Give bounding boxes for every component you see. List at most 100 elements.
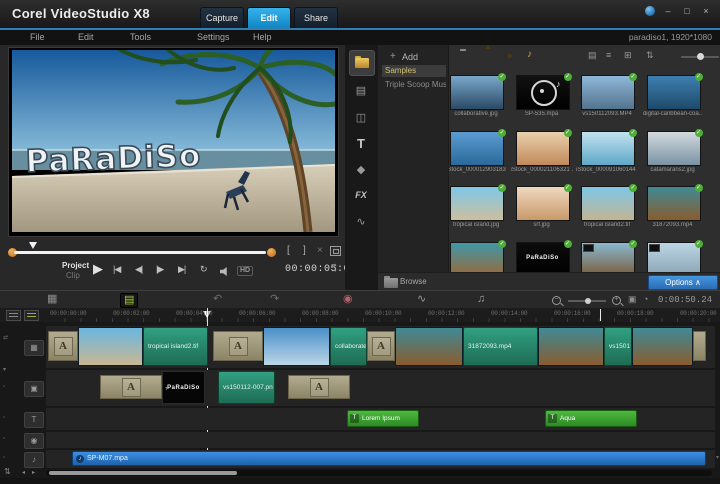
clip[interactable]: 31872093.mp4 — [463, 327, 538, 366]
home-button[interactable]: |◀ — [113, 264, 120, 275]
close-button[interactable]: × — [700, 5, 712, 17]
maximize-button[interactable]: □ — [681, 5, 693, 17]
options-button[interactable]: Options ∧ — [648, 275, 718, 290]
sort-icon[interactable]: ⇅ — [646, 50, 654, 61]
end-button[interactable]: ▶| — [178, 264, 185, 275]
scroll-left-icon[interactable]: ◂ — [22, 469, 25, 476]
voice-track-icon[interactable]: ◉ — [24, 433, 44, 449]
undo-button[interactable]: ↶ — [213, 293, 222, 306]
fit-project-icon[interactable]: ▣ — [628, 293, 637, 306]
track-swap-icon[interactable]: ⇅ — [4, 467, 11, 476]
clip-thumbnail[interactable] — [263, 327, 330, 366]
transition-clip[interactable]: A — [48, 331, 78, 361]
mark-out-button[interactable]: ] — [303, 245, 306, 256]
timeline-zoom-slider[interactable] — [568, 300, 606, 302]
nav-transitions[interactable]: ◫ — [349, 105, 373, 129]
menu-settings[interactable]: Settings — [197, 32, 230, 42]
duration-clock-icon[interactable]: ◔ — [643, 293, 648, 306]
nav-instant-project[interactable]: ▤ — [349, 78, 373, 102]
hd-toggle[interactable]: HD — [237, 266, 253, 276]
zoom-out-icon[interactable]: − — [552, 296, 561, 305]
expand-tracks-icon[interactable]: ▾ — [3, 366, 21, 373]
storyboard-view-button[interactable]: ▦ — [47, 293, 57, 306]
transition-clip[interactable]: A — [213, 331, 263, 361]
clip-thumbnail[interactable] — [632, 327, 693, 366]
add-folder-button[interactable]: Add — [402, 52, 418, 62]
clip-thumbnail[interactable] — [538, 327, 604, 366]
library-item[interactable]: ✓tropical island.jpg — [450, 186, 506, 221]
library-item[interactable]: ✓iStock_000091060144 . — [581, 131, 637, 166]
music-track-icon[interactable]: ♪ — [24, 452, 44, 468]
transition-clip[interactable]: A — [288, 375, 350, 399]
transition-clip[interactable] — [693, 331, 706, 361]
nav-media-library[interactable] — [349, 50, 375, 76]
overlay-track-icon[interactable]: ▣ — [24, 381, 44, 397]
library-item[interactable]: ✓srf.jpg — [516, 186, 572, 221]
auto-music-button[interactable]: ♫ — [477, 293, 485, 306]
library-item[interactable]: PaRaDiSo✓ — [516, 242, 572, 272]
library-item[interactable]: ✓vs150112093.MP4 — [581, 75, 637, 110]
redo-button[interactable]: ↷ — [270, 293, 279, 306]
library-item[interactable]: ♪✓SP-535.mpa — [516, 75, 572, 110]
volume-icon[interactable] — [220, 267, 229, 276]
tab-capture[interactable]: Capture — [200, 7, 244, 28]
vscroll-down-icon[interactable]: ▾ — [716, 454, 719, 461]
project-mode-label[interactable]: Project — [62, 261, 89, 270]
record-capture-option-button[interactable]: ◉ — [343, 293, 353, 306]
nav-graphics[interactable]: ◆ — [349, 157, 373, 181]
transition-clip[interactable]: A — [100, 375, 162, 399]
nav-motion-paths[interactable]: ∿ — [349, 209, 373, 233]
track-manager-icon[interactable] — [24, 310, 39, 321]
timeline-hscrollbar[interactable] — [46, 470, 712, 476]
split-clip-button[interactable]: × — [317, 245, 323, 256]
clip-thumbnail[interactable] — [78, 327, 143, 366]
show-all-tracks-icon[interactable] — [6, 310, 21, 321]
nav-filters[interactable]: FX — [349, 183, 373, 207]
add-icon[interactable]: + — [390, 51, 396, 62]
minimize-button[interactable]: – — [662, 5, 674, 17]
scroll-right-icon[interactable]: ▸ — [32, 469, 35, 476]
nav-titles[interactable]: T — [349, 131, 373, 155]
trim-handle-right[interactable] — [267, 248, 276, 257]
library-item[interactable]: ✓ — [450, 242, 506, 272]
title-clip[interactable]: TLorem Ipsum — [347, 410, 419, 427]
library-item[interactable]: ✓31872093.mp4 — [647, 186, 703, 221]
title-overlay-clip[interactable]: PaRaDiSoT — [162, 371, 205, 404]
menu-edit[interactable]: Edit — [78, 32, 94, 42]
track-toggle-icon[interactable]: ▫ — [3, 415, 21, 421]
library-item[interactable]: ✓collaborative.jpg — [450, 75, 506, 110]
library-folder[interactable]: Samples — [382, 65, 446, 77]
sound-mixer-button[interactable]: ∿ — [417, 293, 426, 306]
repeat-button[interactable]: ↻ — [200, 264, 207, 275]
clip[interactable]: tropical island2.tif — [143, 327, 208, 366]
clip[interactable]: collaborate — [330, 327, 367, 366]
title-clip[interactable]: TAqua — [545, 410, 637, 427]
menu-file[interactable]: File — [30, 32, 45, 42]
scrubber-playhead[interactable] — [29, 242, 37, 249]
clip[interactable]: vs1501 — [604, 327, 632, 366]
clip-mode-label[interactable]: Clip — [66, 271, 80, 280]
grid-view-icon[interactable]: ⊞ — [624, 50, 632, 61]
transition-clip[interactable]: A — [367, 331, 395, 361]
library-item[interactable]: ✓catamarans2.jpg — [647, 131, 703, 166]
title-track-icon[interactable]: T — [24, 412, 44, 428]
tab-edit[interactable]: Edit — [247, 7, 291, 28]
track-toggle-icon[interactable]: ▫ — [3, 455, 21, 461]
help-globe-icon[interactable] — [645, 6, 655, 16]
library-item[interactable]: ✓ — [647, 242, 703, 272]
clip-thumbnail[interactable] — [395, 327, 463, 366]
timeline-view-button[interactable]: ▤ — [120, 293, 138, 308]
library-folder[interactable]: Triple Scoop Musi — [382, 79, 446, 91]
timeline-ruler[interactable]: 00:00:00:0000:00:02:0000:00:04:0000:00:0… — [0, 308, 720, 323]
play-button[interactable]: ▶ — [93, 261, 102, 277]
track-toggle-icon[interactable]: ▫ — [3, 384, 21, 390]
scrubber-track[interactable] — [14, 251, 266, 254]
zoom-slider-handle[interactable] — [697, 53, 704, 60]
library-item[interactable]: ✓iStock_000012903183 — [450, 131, 506, 166]
menu-help[interactable]: Help — [253, 32, 272, 42]
list-view-icon[interactable]: ≡ — [606, 50, 611, 60]
zoom-in-icon[interactable]: + — [612, 296, 621, 305]
timeline-zoom-handle[interactable] — [585, 298, 591, 304]
thumbnail-zoom-slider[interactable] — [681, 56, 719, 58]
enlarge-preview-icon[interactable] — [330, 246, 341, 256]
